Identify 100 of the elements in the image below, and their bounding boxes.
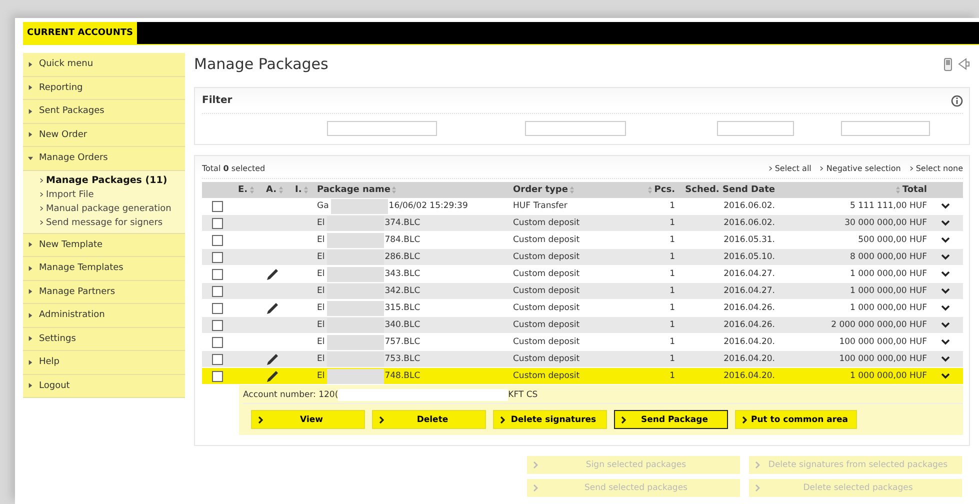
table-cell-text: 1 000 000,00 HUF (849, 371, 927, 381)
column-header[interactable]: Sched. Send Date (675, 185, 775, 195)
column-header[interactable]: Package name (317, 185, 513, 195)
table-cell: 16/06/02 15:29:39 (388, 201, 468, 211)
action-button[interactable]: Send Package (614, 410, 728, 429)
menu-item[interactable]: Manage Templates (23, 257, 185, 280)
caret-right-icon (28, 336, 33, 342)
table-cell-text: 2016.04.20. (722, 337, 775, 347)
selection-link[interactable]: Select all (774, 164, 812, 173)
table-row[interactable]: El 342.BLC Custom deposit 1 2016.04.27. 1 000 000,00 HUF (202, 283, 963, 300)
checkbox[interactable] (212, 268, 223, 280)
checkbox[interactable] (212, 302, 223, 314)
table-cell: 340.BLC (384, 320, 420, 330)
menu-item[interactable]: Administration (23, 304, 185, 328)
column-header[interactable]: A. (266, 185, 295, 195)
caret-right-icon (28, 85, 33, 90)
chevron-down-icon[interactable] (940, 254, 950, 260)
table-cell-text: Custom deposit (513, 354, 581, 364)
chevron-down-icon[interactable] (940, 288, 950, 294)
checkbox[interactable] (212, 370, 223, 382)
table-cell-text: 1 (668, 252, 675, 262)
table-row[interactable]: El 753.BLC Custom deposit 1 2016.04.20. 100 000 000,00 HUF (202, 351, 963, 368)
table-cell-text: Custom deposit (513, 303, 581, 313)
chevron-right-icon (500, 416, 505, 424)
action-button[interactable]: Put to common area (735, 410, 858, 429)
chevron-down-icon[interactable] (940, 271, 950, 277)
checkbox[interactable] (212, 200, 223, 212)
submenu-item[interactable]: Import File (46, 188, 94, 202)
chevron-down-icon[interactable] (940, 373, 950, 379)
speaker-icon[interactable] (958, 58, 970, 70)
chevron-down-icon[interactable] (940, 203, 950, 209)
caret-right-icon (28, 62, 33, 67)
menu-item[interactable]: Sent Packages (23, 100, 185, 124)
chevron-right-icon (533, 461, 538, 469)
submenu-item[interactable]: Send message for signers (46, 216, 163, 230)
caret-right-icon (40, 178, 43, 183)
column-header[interactable]: Pcs. (635, 185, 675, 195)
checkbox[interactable] (212, 320, 223, 330)
caret-right-icon (28, 108, 33, 114)
menu-item[interactable]: New Order (23, 124, 185, 147)
table-row[interactable]: El 748.BLC Custom deposit 1 2016.04.20. 1 000 000,00 HUF (202, 368, 963, 385)
menu-item[interactable]: Reporting (23, 76, 185, 100)
caret-right-icon (40, 192, 43, 197)
table-cell: 784.BLC (384, 235, 420, 245)
checkbox[interactable] (212, 336, 223, 348)
caret-right-icon (28, 312, 33, 318)
info-icon[interactable] (951, 94, 963, 106)
chevron-down-icon[interactable] (940, 356, 950, 362)
checkbox[interactable] (212, 218, 223, 228)
column-header[interactable]: I. (295, 185, 317, 195)
column-header[interactable]: Total (775, 185, 927, 195)
selection-link[interactable]: Negative selection (826, 164, 901, 173)
table-cell: El (317, 303, 325, 313)
column-header[interactable]: E. (238, 185, 266, 195)
menu-item[interactable]: Logout (23, 374, 185, 398)
chevron-down-icon[interactable] (940, 237, 950, 243)
action-button[interactable]: Delete signatures (493, 410, 607, 429)
checkbox[interactable] (212, 286, 223, 296)
checkbox[interactable] (212, 234, 223, 246)
filter-field[interactable] (717, 121, 794, 136)
caret-right-icon (28, 383, 33, 388)
table-cell: El (317, 371, 325, 381)
checkbox[interactable] (212, 252, 223, 262)
redaction-block (326, 300, 384, 316)
filter-field[interactable] (525, 121, 626, 136)
filter-field[interactable] (327, 121, 437, 136)
redaction-block (326, 334, 384, 350)
chevron-right-icon (755, 484, 760, 492)
checkbox[interactable] (212, 354, 223, 364)
action-button[interactable]: View (251, 410, 365, 429)
table-cell-text: 1 (668, 337, 675, 347)
phone-icon[interactable] (944, 58, 952, 70)
caret-right-icon (28, 266, 33, 271)
menu-item[interactable]: Quick menu (23, 53, 185, 76)
table-cell: 343.BLC (384, 269, 420, 279)
table-cell: 374.BLC (384, 218, 420, 228)
menu-item[interactable]: New Template (23, 234, 185, 257)
selection-link[interactable]: Select none (916, 164, 963, 173)
column-header[interactable]: Order type (513, 185, 635, 195)
table-cell: El (317, 269, 325, 279)
chevron-down-icon[interactable] (940, 220, 950, 226)
table-row[interactable]: El 340.BLC Custom deposit 1 2016.04.26. 2 000 000 000,00 HUF (202, 317, 963, 334)
table-cell: Ga (317, 201, 329, 211)
table-cell-text: 2016.06.02. (722, 201, 775, 211)
menu-item[interactable]: Manage Partners (23, 280, 185, 304)
menu-item[interactable]: Settings (23, 328, 185, 351)
filter-field[interactable] (841, 121, 930, 136)
chevron-down-icon[interactable] (940, 322, 950, 328)
chevron-right-icon (379, 416, 384, 424)
table-cell-text: HUF Transfer (513, 201, 568, 211)
submenu-item[interactable]: Manage Packages (11) (46, 174, 168, 188)
menu-item[interactable]: Help (23, 351, 185, 374)
table-row[interactable]: El 374.BLC Custom deposit 1 2016.06.02. 30 000 000,00 HUF (202, 215, 963, 232)
submenu-item[interactable]: Manual package generation (46, 202, 172, 216)
chevron-down-icon[interactable] (940, 305, 950, 311)
table-row[interactable]: El 286.BLC Custom deposit 1 2016.05.10. 8 000 000,00 HUF (202, 249, 963, 266)
table-cell-text: 30 000 000,00 HUF (844, 218, 927, 228)
action-button[interactable]: Delete (372, 410, 486, 429)
table-cell-text: 1 (668, 269, 675, 279)
chevron-down-icon[interactable] (940, 339, 950, 345)
